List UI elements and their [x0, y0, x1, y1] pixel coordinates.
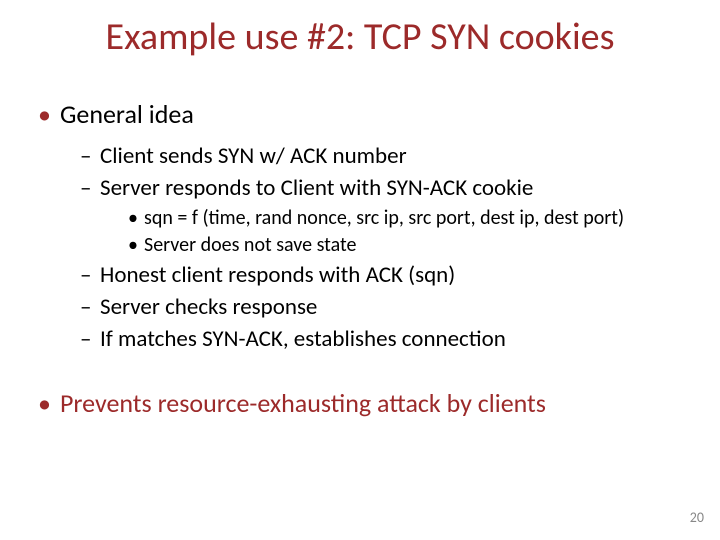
bullet-level3: •sqn = f (time, rand nonce, src ip, src …: [30, 206, 700, 230]
bullet-text: sqn = f (time, rand nonce, src ip, src p…: [144, 206, 624, 230]
page-number: 20: [690, 509, 704, 526]
bullet-dot-icon: •: [38, 98, 60, 130]
slide-content: •General idea –Client sends SYN w/ ACK n…: [0, 98, 720, 419]
bullet-level3: •Server does not save state: [30, 233, 700, 257]
bullet-text: Client sends SYN w/ ACK number: [100, 142, 407, 170]
bullet-text: General idea: [60, 98, 194, 130]
bullet-level2: –Server checks response: [30, 293, 700, 321]
bullet-dot-icon: •: [128, 206, 144, 230]
bullet-text: Server does not save state: [144, 233, 356, 257]
bullet-text: Honest client responds with ACK (sqn): [100, 261, 455, 289]
bullet-text: Server responds to Client with SYN-ACK c…: [100, 174, 533, 202]
slide-title: Example use #2: TCP SYN cookies: [0, 0, 720, 78]
bullet-text: If matches SYN-ACK, establishes connecti…: [100, 325, 506, 353]
bullet-dot-icon: •: [38, 387, 60, 419]
dash-icon: –: [80, 142, 100, 170]
bullet-text: Prevents resource-exhausting attack by c…: [60, 387, 546, 419]
bullet-level2: –Honest client responds with ACK (sqn): [30, 261, 700, 289]
dash-icon: –: [80, 261, 100, 289]
bullet-text: Server checks response: [100, 293, 317, 321]
dash-icon: –: [80, 325, 100, 353]
bullet-level2: –Server responds to Client with SYN-ACK …: [30, 174, 700, 202]
bullet-level1-highlight: •Prevents resource-exhausting attack by …: [30, 387, 700, 419]
bullet-level1: •General idea: [30, 98, 700, 130]
bullet-level2: –Client sends SYN w/ ACK number: [30, 142, 700, 170]
dash-icon: –: [80, 174, 100, 202]
bullet-level2: –If matches SYN-ACK, establishes connect…: [30, 325, 700, 353]
dash-icon: –: [80, 293, 100, 321]
bullet-dot-icon: •: [128, 233, 144, 257]
